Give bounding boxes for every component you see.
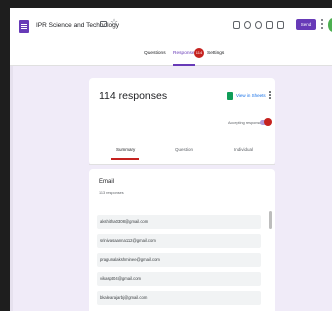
history-icon[interactable]: [255, 21, 262, 29]
top-app-bar: IPR Science and Technology ☆ Send: [10, 8, 332, 44]
divider: [89, 164, 275, 165]
tab-settings[interactable]: Settings: [207, 51, 224, 56]
tab-questions[interactable]: Questions: [144, 51, 166, 56]
list-item: srinivasaanna112@gmail.com: [97, 234, 261, 248]
move-to-folder-icon[interactable]: [100, 21, 107, 27]
question-response-count: 113 responses: [99, 191, 124, 195]
preview-eye-icon[interactable]: [244, 21, 251, 29]
accepting-responses-label: Accepting responses: [228, 121, 264, 125]
subtab-indicator: [111, 158, 139, 160]
responses-count-title: 114 responses: [99, 90, 168, 102]
device-frame: IPR Science and Technology ☆ Send Questi…: [0, 0, 332, 311]
subtab-summary[interactable]: Summary: [116, 147, 135, 152]
question-title: Email: [99, 179, 115, 185]
list-item: vikaspt04@gmail.com: [97, 272, 261, 286]
subtab-question[interactable]: Question: [175, 147, 193, 152]
link-icon[interactable]: [277, 21, 284, 29]
view-in-sheets-link[interactable]: View in Sheets: [236, 93, 266, 98]
forms-screen: IPR Science and Technology ☆ Send Questi…: [10, 8, 332, 311]
more-options-icon[interactable]: [321, 19, 323, 29]
undo-icon[interactable]: [266, 21, 273, 29]
subtab-individual[interactable]: Individual: [234, 147, 253, 152]
email-question-card: Email 113 responses akshitha0308@gmail.c…: [89, 169, 275, 311]
send-button[interactable]: Send: [296, 19, 316, 30]
email-list-scrollbar[interactable]: [269, 211, 272, 229]
list-item: akshitha0308@gmail.com: [97, 215, 261, 229]
star-icon[interactable]: ☆: [110, 18, 118, 27]
responses-summary-card: 114 responses View in Sheets Accepting r…: [89, 78, 275, 165]
customize-theme-icon[interactable]: [233, 21, 240, 29]
responses-more-icon[interactable]: [269, 91, 271, 100]
left-edge: [10, 66, 13, 311]
sheets-icon[interactable]: [227, 92, 233, 100]
toggle-knob[interactable]: [264, 118, 272, 126]
responses-count-badge: 114: [194, 48, 204, 58]
form-tabs-bar: Questions Responses 114 Settings: [10, 44, 332, 66]
google-forms-logo-icon[interactable]: [19, 20, 29, 33]
email-response-list: akshitha0308@gmail.com srinivasaanna112@…: [97, 215, 261, 310]
list-item: pragunalakshminee@gmail.com: [97, 253, 261, 267]
active-tab-indicator: [173, 64, 195, 66]
list-item: bkalearajarbj@gmail.com: [97, 291, 261, 305]
avatar[interactable]: [328, 18, 332, 32]
